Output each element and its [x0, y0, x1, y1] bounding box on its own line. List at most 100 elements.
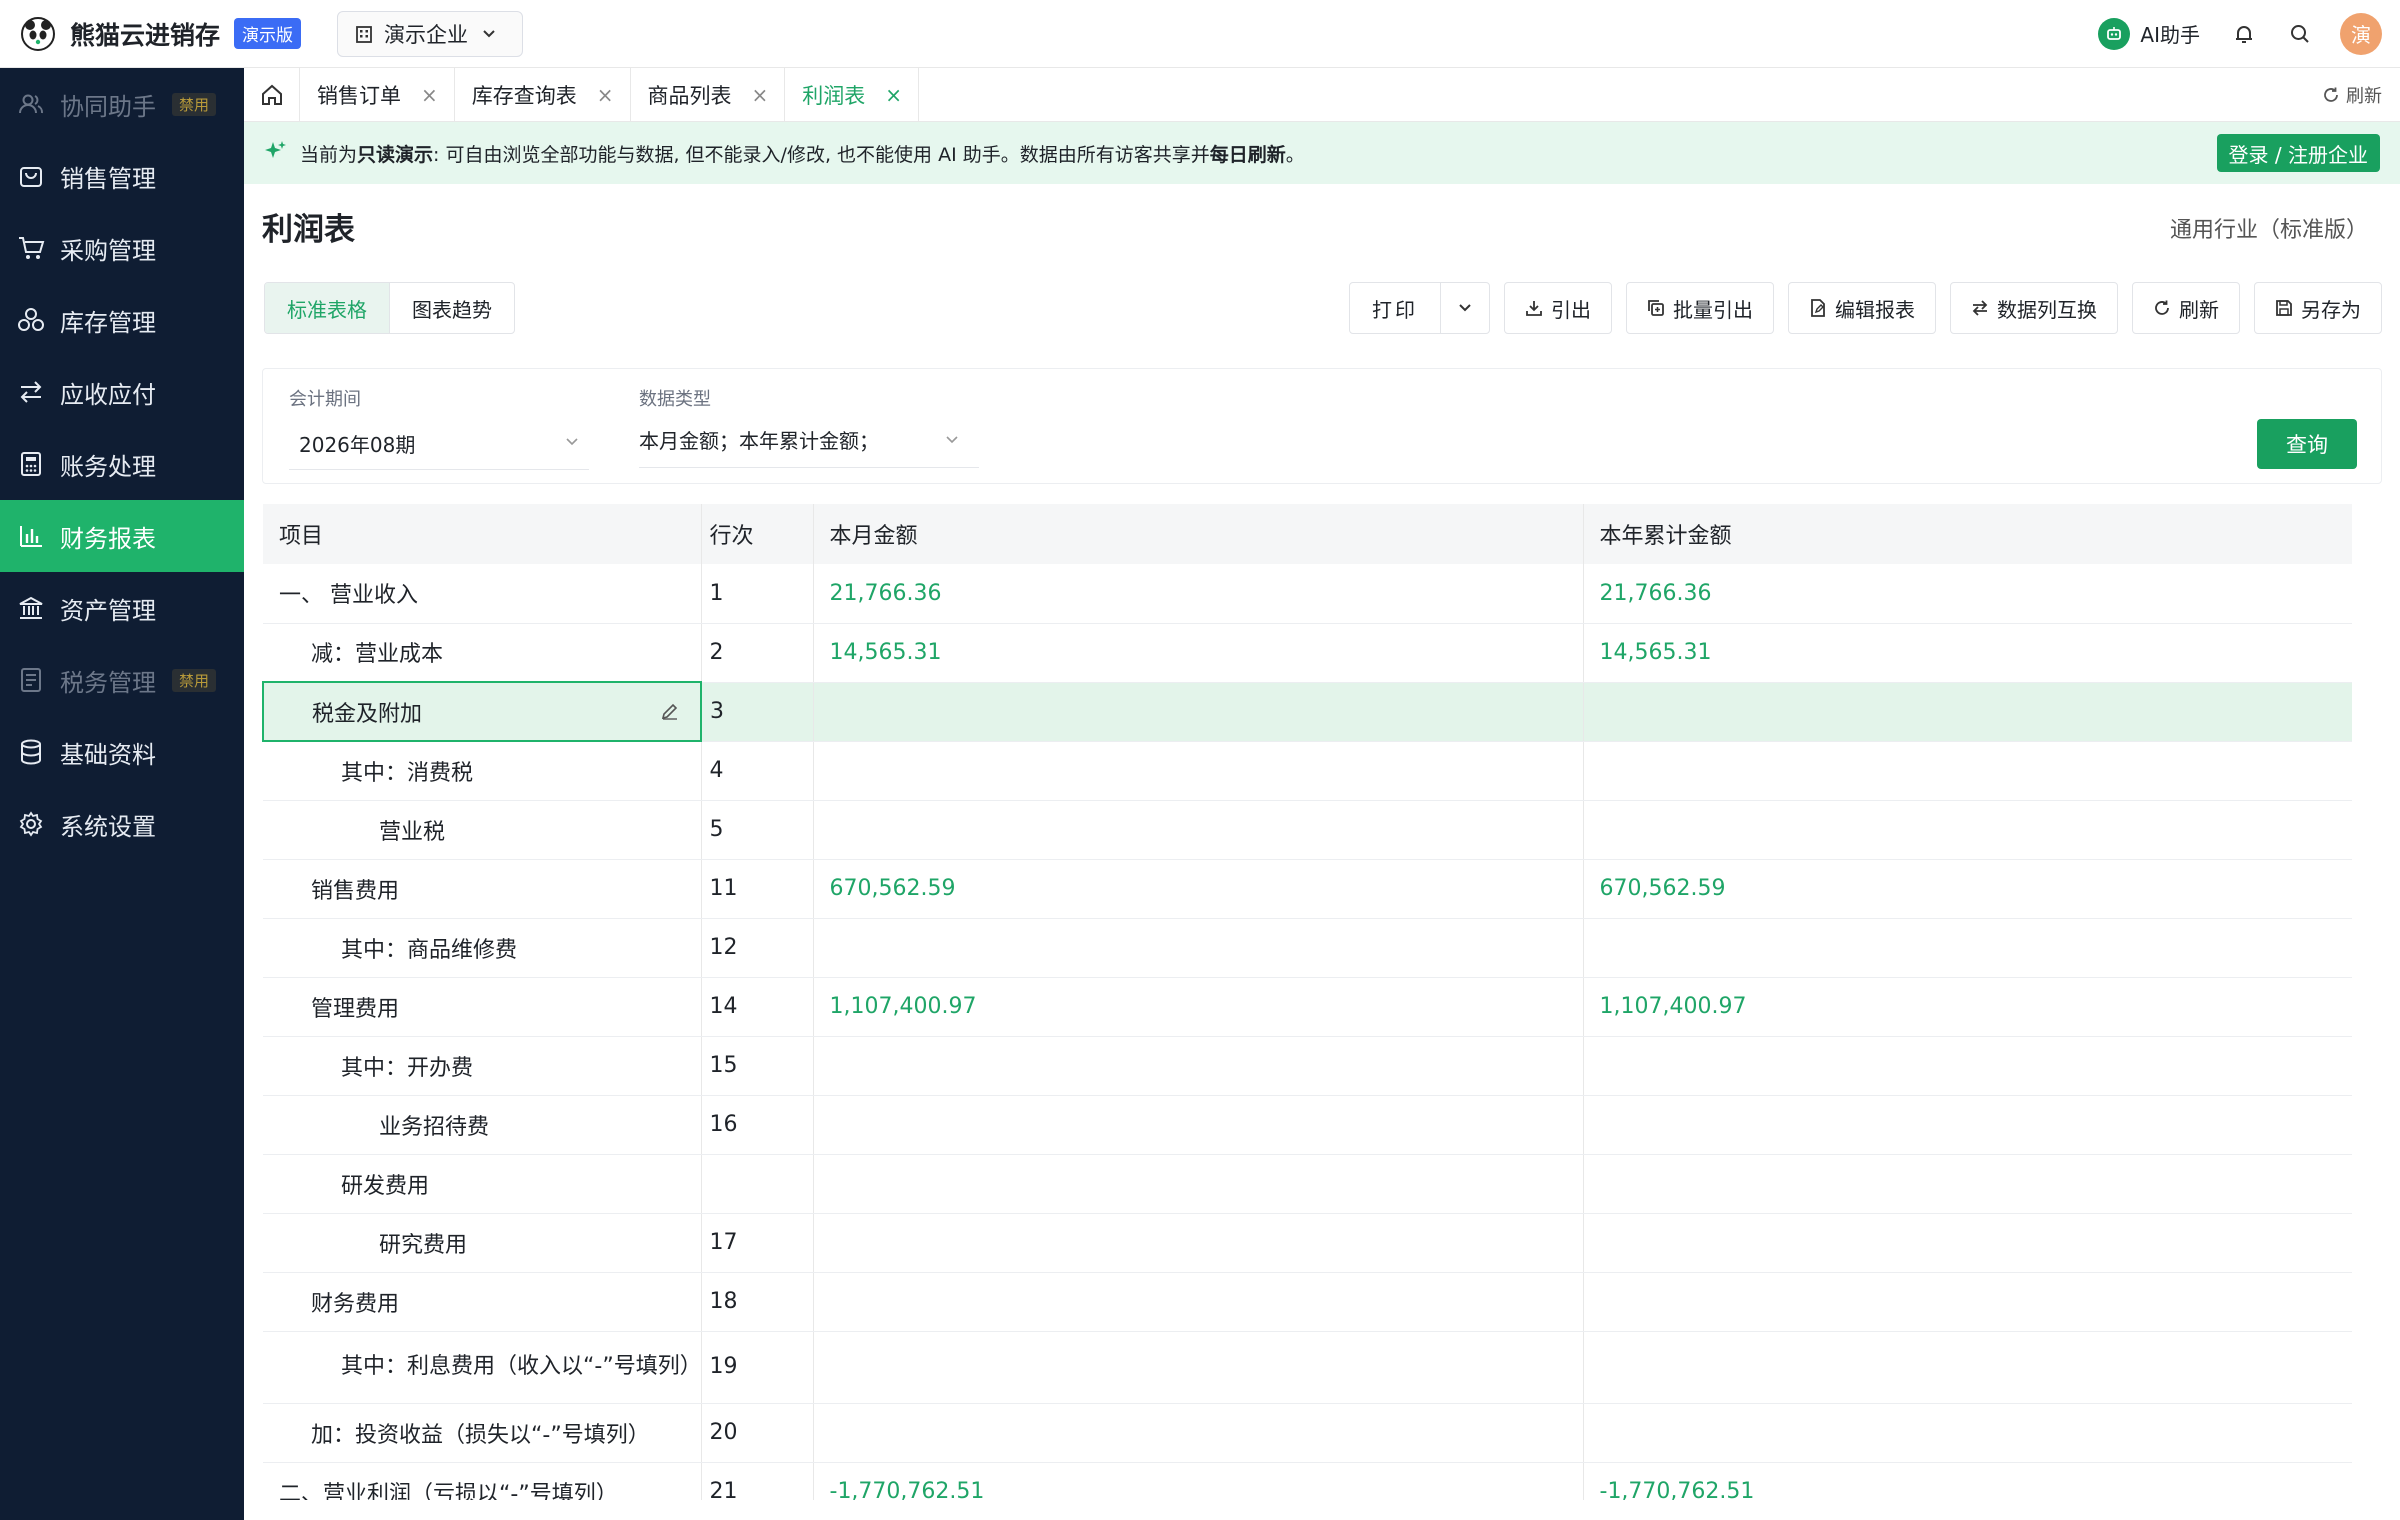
close-icon[interactable]: × [885, 83, 902, 107]
row-number-cell[interactable]: 15 [701, 1036, 814, 1096]
refresh-button[interactable]: 刷新 [2132, 282, 2240, 334]
year-amount-cell[interactable] [1583, 1272, 2352, 1332]
month-amount-cell[interactable] [813, 1272, 1584, 1332]
sidebar-item-reports[interactable]: 财务报表 [0, 500, 244, 572]
item-cell[interactable]: 销售费用 [263, 859, 702, 919]
item-cell[interactable]: 财务费用 [263, 1272, 702, 1332]
year-amount-cell[interactable] [1583, 741, 2352, 801]
close-icon[interactable]: × [421, 83, 438, 107]
row-number-cell[interactable]: 21 [701, 1462, 814, 1500]
search-icon[interactable] [2284, 18, 2316, 50]
sidebar-item-purchase[interactable]: 采购管理 [0, 212, 244, 284]
item-cell[interactable]: 营业税 [263, 800, 702, 860]
row-number-cell[interactable]: 3 [701, 682, 814, 742]
row-number-cell[interactable]: 17 [701, 1213, 814, 1273]
row-number-cell[interactable] [701, 1154, 814, 1214]
sidebar-item-settings[interactable]: 系统设置 [0, 788, 244, 860]
row-number-cell[interactable]: 14 [701, 977, 814, 1037]
month-amount-cell[interactable]: -1,770,762.51 [813, 1462, 1584, 1500]
item-cell[interactable]: 税金及附加 [262, 681, 702, 742]
year-amount-cell[interactable] [1583, 1036, 2352, 1096]
print-button[interactable]: 打印 [1350, 283, 1441, 333]
month-amount-cell[interactable]: 21,766.36 [813, 564, 1584, 624]
row-number-cell[interactable]: 18 [701, 1272, 814, 1332]
ai-assistant-button[interactable]: AI助手 [2098, 17, 2200, 50]
table-row[interactable]: 研究费用 17 [263, 1213, 2352, 1273]
table-row[interactable]: 其中：消费税 4 [263, 741, 2352, 801]
sidebar-item-basic-data[interactable]: 基础资料 [0, 716, 244, 788]
year-amount-cell[interactable]: 21,766.36 [1583, 564, 2352, 624]
sidebar-item-receivables[interactable]: 应收应付 [0, 356, 244, 428]
sidebar-item-collab[interactable]: 协同助手 禁用 [0, 68, 244, 140]
row-number-cell[interactable]: 12 [701, 918, 814, 978]
month-amount-cell[interactable]: 14,565.31 [813, 623, 1584, 683]
item-cell[interactable]: 其中：开办费 [263, 1036, 702, 1096]
item-cell[interactable]: 其中：消费税 [263, 741, 702, 801]
row-number-cell[interactable]: 1 [701, 564, 814, 624]
query-button[interactable]: 查询 [2257, 419, 2357, 469]
item-cell[interactable]: 其中：商品维修费 [263, 918, 702, 978]
month-amount-cell[interactable] [813, 1036, 1584, 1096]
login-register-button[interactable]: 登录 / 注册企业 [2216, 134, 2380, 172]
item-cell[interactable]: 管理费用 [263, 977, 702, 1037]
sidebar-item-accounting[interactable]: 账务处理 [0, 428, 244, 500]
month-amount-cell[interactable] [813, 1331, 1584, 1404]
table-row[interactable]: 业务招待费 16 [263, 1095, 2352, 1155]
row-number-cell[interactable]: 2 [701, 623, 814, 683]
year-amount-cell[interactable] [1583, 1154, 2352, 1214]
month-amount-cell[interactable]: 670,562.59 [813, 859, 1584, 919]
year-amount-cell[interactable]: 14,565.31 [1583, 623, 2352, 683]
table-row[interactable]: 营业税 5 [263, 800, 2352, 860]
table-row[interactable]: 加：投资收益（损失以“-”号填列） 20 [263, 1403, 2352, 1463]
edit-report-button[interactable]: 编辑报表 [1788, 282, 1936, 334]
year-amount-cell[interactable] [1583, 682, 2352, 742]
table-row[interactable]: 其中：商品维修费 12 [263, 918, 2352, 978]
table-row[interactable]: 减：营业成本 2 14,565.31 14,565.31 [263, 623, 2352, 683]
item-cell[interactable]: 加：投资收益（损失以“-”号填列） [263, 1403, 702, 1463]
pencil-icon[interactable] [660, 701, 680, 721]
period-select[interactable]: 2026年08期 [299, 429, 415, 458]
close-icon[interactable]: × [752, 83, 769, 107]
avatar[interactable]: 演 [2340, 12, 2382, 55]
item-cell[interactable]: 研究费用 [263, 1213, 702, 1273]
table-row[interactable]: 研发费用 [263, 1154, 2352, 1214]
bell-icon[interactable] [2228, 18, 2260, 50]
year-amount-cell[interactable] [1583, 800, 2352, 860]
month-amount-cell[interactable] [813, 682, 1584, 742]
table-row[interactable]: 其中：开办费 15 [263, 1036, 2352, 1096]
item-cell[interactable]: 业务招待费 [263, 1095, 702, 1155]
tab-standard-table[interactable]: 标准表格 [265, 283, 390, 333]
item-cell[interactable]: 其中：利息费用（收入以“-”号填列） [263, 1331, 702, 1404]
home-tab[interactable] [244, 68, 300, 121]
table-row[interactable]: 财务费用 18 [263, 1272, 2352, 1332]
year-amount-cell[interactable] [1583, 1213, 2352, 1273]
tabs-refresh-button[interactable]: 刷新 [2322, 68, 2400, 121]
year-amount-cell[interactable] [1583, 1331, 2352, 1404]
month-amount-cell[interactable]: 1,107,400.97 [813, 977, 1584, 1037]
export-button[interactable]: 引出 [1504, 282, 1612, 334]
sidebar-item-assets[interactable]: 资产管理 [0, 572, 244, 644]
tab-sales-order[interactable]: 销售订单 × [300, 68, 455, 121]
sidebar-item-tax[interactable]: 税务管理 禁用 [0, 644, 244, 716]
table-row[interactable]: 税金及附加 3 [262, 681, 2352, 742]
row-number-cell[interactable]: 16 [701, 1095, 814, 1155]
company-select[interactable]: 演示企业 [337, 10, 524, 57]
table-row[interactable]: 销售费用 11 670,562.59 670,562.59 [263, 859, 2352, 919]
row-number-cell[interactable]: 20 [701, 1403, 814, 1463]
print-dropdown[interactable] [1441, 283, 1489, 333]
tab-chart-trend[interactable]: 图表趋势 [390, 283, 514, 333]
month-amount-cell[interactable] [813, 1154, 1584, 1214]
swap-columns-button[interactable]: 数据列互换 [1950, 282, 2118, 334]
tab-product-list[interactable]: 商品列表 × [631, 68, 786, 121]
year-amount-cell[interactable] [1583, 1403, 2352, 1463]
batch-export-button[interactable]: 批量引出 [1626, 282, 1774, 334]
year-amount-cell[interactable] [1583, 918, 2352, 978]
table-row[interactable]: 管理费用 14 1,107,400.97 1,107,400.97 [263, 977, 2352, 1037]
month-amount-cell[interactable] [813, 1095, 1584, 1155]
row-number-cell[interactable]: 5 [701, 800, 814, 860]
logo[interactable]: 熊猫云进销存 演示版 [20, 15, 302, 52]
month-amount-cell[interactable] [813, 741, 1584, 801]
month-amount-cell[interactable] [813, 918, 1584, 978]
sidebar-item-inventory[interactable]: 库存管理 [0, 284, 244, 356]
table-row[interactable]: 其中：利息费用（收入以“-”号填列） 19 [263, 1331, 2352, 1404]
